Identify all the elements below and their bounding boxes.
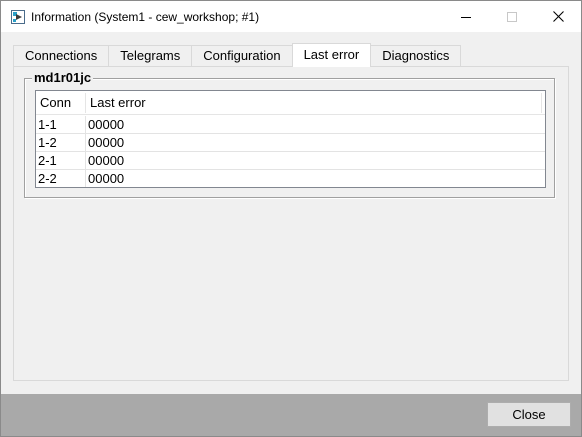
- close-button[interactable]: Close: [487, 402, 571, 427]
- last-error-panel: md1r01jc Conn Last error 1-1 00000 1-2 0…: [13, 66, 569, 381]
- dialog-content: Connections Telegrams Configuration Last…: [1, 32, 581, 394]
- maximize-icon: [507, 11, 517, 22]
- tab-last-error[interactable]: Last error: [291, 43, 372, 67]
- app-icon: [10, 9, 26, 25]
- column-header-conn[interactable]: Conn: [36, 91, 86, 114]
- conn-cell: 2-1: [38, 153, 57, 168]
- close-window-button[interactable]: [535, 1, 581, 32]
- tab-strip: Connections Telegrams Configuration Last…: [13, 43, 462, 67]
- device-group: md1r01jc Conn Last error 1-1 00000 1-2 0…: [24, 71, 555, 198]
- table-row[interactable]: 2-1 00000: [36, 152, 545, 170]
- tab-telegrams[interactable]: Telegrams: [108, 45, 193, 67]
- grid-header: Conn Last error: [36, 91, 545, 115]
- conn-cell: 1-2: [38, 135, 57, 150]
- tab-diagnostics[interactable]: Diagnostics: [370, 45, 462, 67]
- table-row[interactable]: 2-2 00000: [36, 170, 545, 188]
- title-bar[interactable]: Information (System1 - cew_workshop; #1): [1, 1, 581, 32]
- conn-cell: 2-2: [38, 171, 57, 186]
- column-header-last-error[interactable]: Last error: [86, 91, 542, 114]
- information-dialog: Information (System1 - cew_workshop; #1)…: [0, 0, 582, 437]
- dialog-footer: Close: [1, 394, 581, 436]
- last-error-cell: 00000: [88, 153, 125, 168]
- minimize-icon: [461, 12, 471, 22]
- last-error-grid[interactable]: Conn Last error 1-1 00000 1-2 00000 2-1 …: [35, 90, 546, 188]
- minimize-button[interactable]: [443, 1, 489, 32]
- conn-cell: 1-1: [38, 117, 57, 132]
- window-title: Information (System1 - cew_workshop; #1): [31, 10, 260, 24]
- table-row[interactable]: 1-2 00000: [36, 134, 545, 152]
- last-error-cell: 00000: [88, 117, 125, 132]
- last-error-cell: 00000: [88, 135, 125, 150]
- maximize-button[interactable]: [489, 1, 535, 32]
- tab-connections[interactable]: Connections: [13, 45, 110, 67]
- close-icon: [552, 11, 564, 22]
- group-title: md1r01jc: [32, 70, 94, 85]
- tab-configuration[interactable]: Configuration: [191, 45, 293, 67]
- last-error-cell: 00000: [88, 171, 125, 186]
- column-divider[interactable]: [541, 93, 542, 113]
- table-row[interactable]: 1-1 00000: [36, 116, 545, 134]
